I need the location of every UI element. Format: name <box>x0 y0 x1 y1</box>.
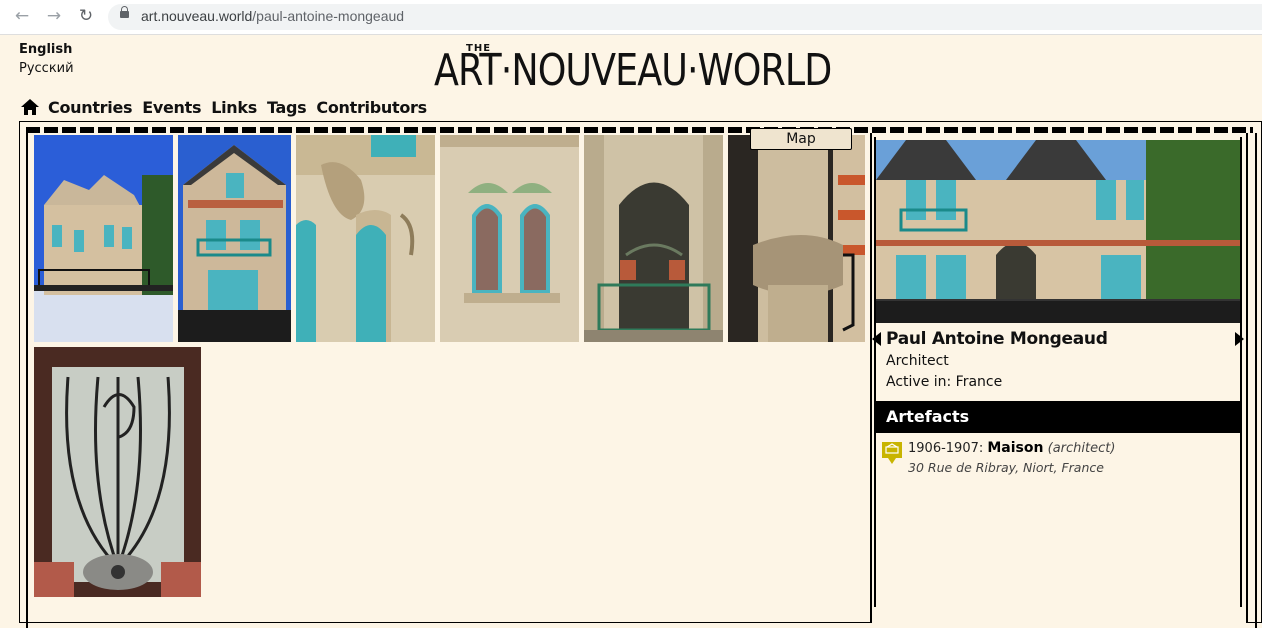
logo-title: ART·NOUVEAU·WORLD <box>434 45 832 96</box>
photo-twin-windows[interactable] <box>440 135 579 342</box>
photo-twin-windows-image <box>440 135 579 342</box>
reload-icon[interactable]: ↻ <box>76 6 96 26</box>
photo-ironwork-door-image <box>34 347 201 597</box>
photo-villa-facade[interactable] <box>34 135 173 342</box>
next-arrow-icon[interactable] <box>1235 332 1244 346</box>
main-nav: Countries Events Links Tags Contributors <box>20 96 437 118</box>
site-logo[interactable]: THE ART·NOUVEAU·WORLD <box>434 43 848 95</box>
artefact-address: 30 Rue de Ribray, Niort, France <box>908 460 1104 475</box>
photo-capital-detail-image <box>728 135 865 342</box>
nav-links[interactable]: Links <box>211 98 257 117</box>
language-russian-link[interactable]: Русский <box>19 61 74 76</box>
photo-capital-detail[interactable] <box>728 135 865 342</box>
photo-arched-door[interactable] <box>584 135 723 342</box>
photo-gable-balcony-image <box>178 135 291 342</box>
artist-active-in: Active in: France <box>886 374 1003 390</box>
photo-ironwork-door[interactable] <box>34 347 201 597</box>
artefact-years: 1906-1907: <box>908 441 988 456</box>
photo-gable-balcony[interactable] <box>178 135 291 342</box>
url-host: art.nouveau.world <box>141 8 253 24</box>
url-path: /paul-antoine-mongeaud <box>252 8 405 24</box>
language-english-link[interactable]: English <box>19 42 72 57</box>
browser-toolbar: ← → ↻ art.nouveau.world/paul-antoine-mon… <box>0 0 1262 35</box>
map-button[interactable]: Map <box>750 128 852 150</box>
address-bar[interactable]: art.nouveau.world/paul-antoine-mongeaud <box>108 4 1262 30</box>
nav-countries[interactable]: Countries <box>48 98 133 117</box>
photo-carved-corner[interactable] <box>296 135 435 342</box>
building-icon <box>882 442 902 464</box>
artist-role: Architect <box>886 353 949 369</box>
panel-inner-border-right <box>1240 137 1242 607</box>
back-icon[interactable]: ← <box>12 6 32 26</box>
home-icon[interactable] <box>20 98 40 116</box>
artefact-title[interactable]: Maison <box>987 440 1043 456</box>
artefacts-heading: Artefacts <box>876 401 1240 433</box>
hero-photo[interactable] <box>876 140 1240 323</box>
artefact-item[interactable]: 1906-1907: Maison (architect) <box>908 440 1115 456</box>
artist-name: Paul Antoine Mongeaud <box>886 329 1108 349</box>
prev-arrow-icon[interactable] <box>872 332 881 346</box>
nav-events[interactable]: Events <box>142 98 201 117</box>
lock-icon <box>120 6 129 18</box>
forward-icon[interactable]: → <box>44 6 64 26</box>
artefact-role: (architect) <box>1047 441 1116 456</box>
hero-photo-image <box>876 140 1240 323</box>
photo-carved-corner-image <box>296 135 435 342</box>
photo-villa-facade-image <box>34 135 173 342</box>
photo-arched-door-image <box>584 135 723 342</box>
nav-contributors[interactable]: Contributors <box>316 98 427 117</box>
nav-tags[interactable]: Tags <box>267 98 307 117</box>
